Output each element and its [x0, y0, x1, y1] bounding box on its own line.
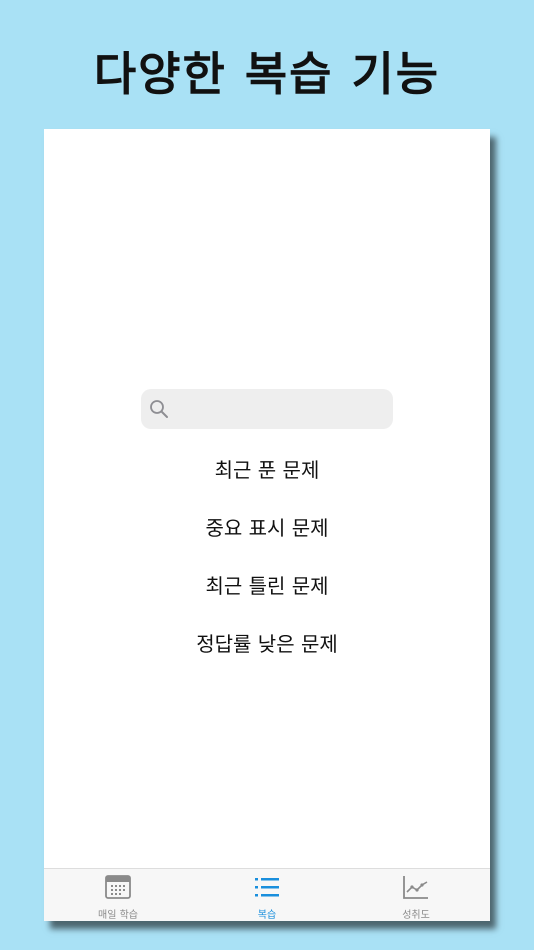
menu-item-recent-wrong[interactable]: 최근 틀린 문제 — [44, 570, 490, 599]
tab-bar: 매일 학습 복습 성취도 — [44, 868, 490, 921]
search-input[interactable] — [177, 389, 383, 429]
tab-review[interactable]: 복습 — [193, 869, 341, 921]
menu-item-important[interactable]: 중요 표시 문제 — [44, 512, 490, 541]
list-icon — [255, 878, 279, 897]
app-screen: 최근 푼 문제 중요 표시 문제 최근 틀린 문제 정답률 낮은 문제 매일 학… — [44, 129, 490, 921]
tab-label-achievement: 성취도 — [402, 910, 430, 921]
calendar-icon — [105, 875, 131, 899]
menu-item-recent-solved[interactable]: 최근 푼 문제 — [44, 454, 490, 483]
tab-label-review: 복습 — [257, 910, 277, 921]
search-bar[interactable] — [141, 389, 393, 429]
line-chart-icon — [403, 876, 428, 899]
search-icon — [150, 400, 168, 418]
tab-achievement[interactable]: 성취도 — [342, 869, 490, 921]
tab-daily-study[interactable]: 매일 학습 — [44, 869, 192, 921]
menu-item-low-accuracy[interactable]: 정답률 낮은 문제 — [44, 628, 490, 657]
promo-headline: 다양한 복습 기능 — [93, 47, 441, 101]
tab-label-daily-study: 매일 학습 — [98, 910, 138, 921]
